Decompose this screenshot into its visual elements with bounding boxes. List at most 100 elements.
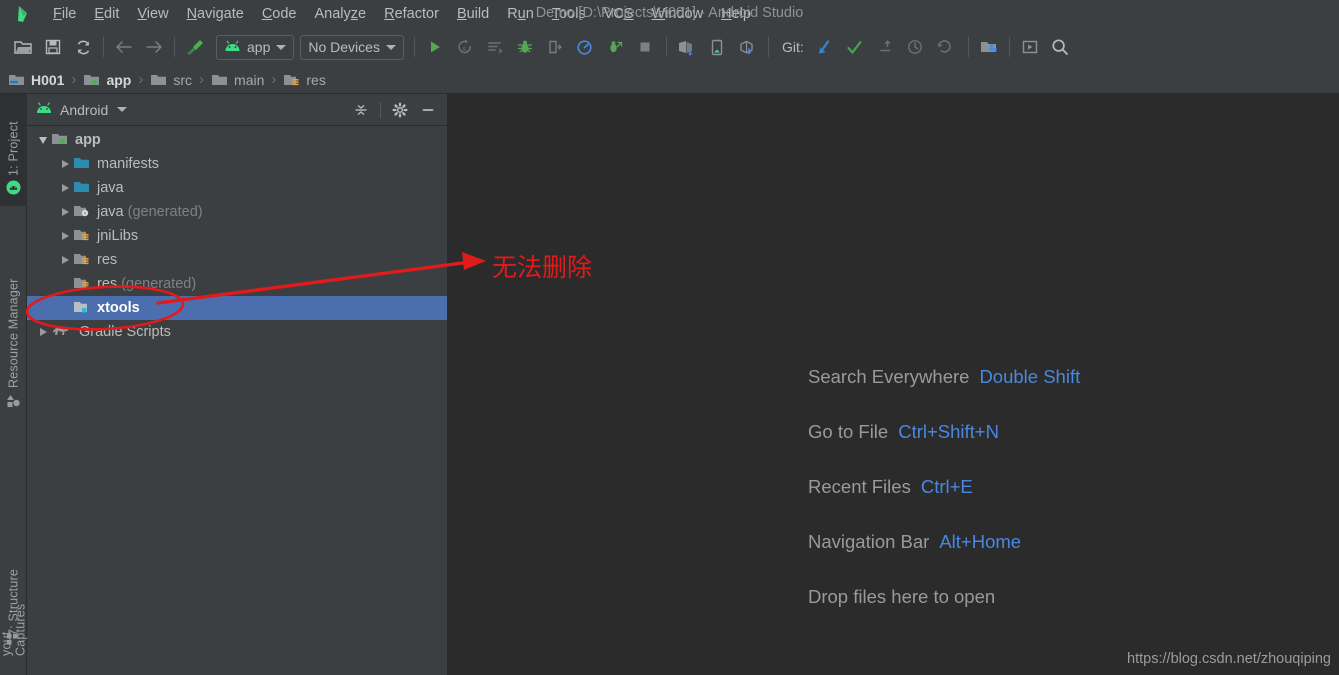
editor-tip-go-to-file: Go to File Ctrl+Shift+N — [808, 421, 1080, 443]
device-selector[interactable]: No Devices — [300, 34, 404, 60]
apply-changes-icon[interactable]: A — [450, 33, 480, 61]
tree-row-suffix: (generated) — [123, 204, 203, 220]
project-tool-window: Android app manifests java java (generated)… — [27, 94, 447, 675]
debug-bug-icon[interactable] — [510, 33, 540, 61]
minimize-icon[interactable] — [415, 98, 441, 122]
breadcrumb-item-h001[interactable]: H001 — [8, 72, 64, 88]
toolbar-separator — [665, 37, 667, 57]
gear-icon[interactable] — [387, 98, 413, 122]
tree-row-suffix: (generated) — [117, 276, 197, 292]
menu-item-code[interactable]: Code — [253, 3, 306, 25]
chevron-right-icon[interactable] — [57, 208, 73, 216]
build-hammer-icon[interactable] — [180, 33, 210, 61]
git-push-icon[interactable] — [870, 33, 900, 61]
editor-tip-drop-files-here-to-open: Drop files here to open — [808, 586, 1080, 608]
stop-square-icon[interactable] — [630, 33, 660, 61]
sdk-manager-icon[interactable] — [702, 33, 732, 61]
navigate-forward-icon[interactable] — [139, 33, 169, 61]
editor-tip-navigation-bar: Navigation Bar Alt+Home — [808, 531, 1080, 553]
menu-item-analyze[interactable]: Analyze — [306, 3, 376, 25]
tree-row-label: manifests — [97, 156, 160, 172]
toolbar-separator — [413, 37, 415, 57]
left-tool-window-strip: 1: Project Resource Manager 7: Structure… — [0, 94, 28, 675]
tree-row-manifests[interactable]: manifests — [27, 152, 447, 176]
android-studio-window: File Edit View Navigate Code Analyze Refactor B… — [0, 0, 1339, 675]
tree-row-res[interactable]: res (generated) — [27, 272, 447, 296]
toolbar-separator — [967, 37, 969, 57]
menu-item-view[interactable]: View — [128, 3, 177, 25]
avd-manager-icon[interactable] — [672, 33, 702, 61]
project-panel-header: Android — [27, 94, 447, 126]
chevron-right-icon[interactable] — [57, 160, 73, 168]
tree-row-java[interactable]: java (generated) — [27, 200, 447, 224]
device-file-explorer-icon[interactable] — [732, 33, 762, 61]
save-all-icon[interactable] — [38, 33, 68, 61]
attach-debugger-icon[interactable] — [540, 33, 570, 61]
editor-empty-area: Search Everywhere Double Shift Go to File C… — [447, 94, 1339, 675]
breadcrumb-separator: › — [199, 71, 205, 88]
git-commit-check-icon[interactable] — [840, 33, 870, 61]
breadcrumb-separator: › — [71, 71, 77, 88]
tree-row-gradle-scripts[interactable]: Gradle Scripts — [27, 320, 447, 344]
menu-item-edit[interactable]: Edit — [85, 3, 128, 25]
menu-item-refactor[interactable]: Refactor — [375, 3, 448, 25]
toolbar-separator — [767, 37, 769, 57]
tree-row-label: Gradle Scripts — [79, 324, 171, 340]
tree-row-java[interactable]: java — [27, 176, 447, 200]
module-app-icon — [83, 73, 100, 87]
git-revert-icon[interactable] — [930, 33, 960, 61]
editor-tip-shortcut: Alt+Home — [939, 531, 1022, 552]
run-play-icon[interactable] — [420, 33, 450, 61]
module-app-icon — [73, 300, 91, 316]
profiler-icon[interactable] — [570, 33, 600, 61]
menu-item-build[interactable]: Build — [448, 3, 498, 25]
project-tree[interactable]: app manifests java java (generated) jniLibs r… — [27, 126, 447, 675]
chevron-right-icon[interactable] — [35, 328, 51, 336]
apply-code-changes-icon[interactable] — [480, 33, 510, 61]
sidebar-item-layout-captures[interactable]: yout Captures — [0, 582, 28, 675]
tree-row-label: xtools — [97, 300, 140, 316]
tree-row-label: jniLibs — [97, 228, 139, 244]
main-toolbar: app No Devices A Git: — [0, 28, 1339, 66]
breadcrumb-item-app[interactable]: app — [83, 72, 131, 88]
editor-tip-shortcut: Double Shift — [979, 366, 1081, 387]
tree-row-label: res — [97, 252, 118, 268]
breadcrumb-item-res[interactable]: res — [283, 72, 326, 88]
git-history-clock-icon[interactable] — [900, 33, 930, 61]
breadcrumb-item-label: H001 — [31, 71, 65, 88]
breadcrumb-separator: › — [138, 71, 144, 88]
module-app-icon — [51, 132, 69, 148]
chevron-right-icon[interactable] — [57, 232, 73, 240]
editor-tip-search-everywhere: Search Everywhere Double Shift — [808, 366, 1080, 388]
debug-attach-process-icon[interactable] — [600, 33, 630, 61]
chevron-right-icon[interactable] — [57, 184, 73, 192]
menu-item-file[interactable]: File — [44, 3, 85, 25]
breadcrumb-item-src[interactable]: src — [150, 72, 192, 88]
chevron-down-icon[interactable] — [35, 136, 51, 144]
breadcrumb-item-label: src — [173, 71, 193, 88]
tree-row-app[interactable]: app — [27, 128, 447, 152]
editor-tip-label: Search Everywhere — [808, 366, 970, 387]
tree-row-xtools[interactable]: xtools — [27, 296, 447, 320]
navigate-back-icon[interactable] — [109, 33, 139, 61]
run-configuration-selector[interactable]: app — [216, 34, 295, 60]
menu-item-navigate[interactable]: Navigate — [178, 3, 253, 25]
chevron-right-icon[interactable] — [57, 256, 73, 264]
search-icon[interactable] — [1045, 33, 1075, 61]
project-view-label: Android — [60, 101, 109, 118]
breadcrumb: H001 › app › src › main › res — [0, 66, 1339, 94]
breadcrumb-item-main[interactable]: main — [211, 72, 264, 88]
chevron-down-icon[interactable] — [117, 107, 128, 112]
collapse-all-icon[interactable] — [348, 98, 374, 122]
open-folder-icon[interactable] — [8, 33, 38, 61]
folder-blue-icon — [73, 156, 91, 172]
layout-inspector-icon[interactable] — [1015, 33, 1045, 61]
project-structure-icon[interactable] — [974, 33, 1004, 61]
tree-row-res[interactable]: res — [27, 248, 447, 272]
git-update-project-icon[interactable] — [810, 33, 840, 61]
tree-row-jnilibs[interactable]: jniLibs — [27, 224, 447, 248]
sync-project-icon[interactable] — [68, 33, 98, 61]
chevron-down-icon — [385, 44, 396, 50]
toolbar-separator — [103, 37, 104, 57]
sidebar-item-resource-manager[interactable]: Resource Manager — [0, 226, 27, 416]
